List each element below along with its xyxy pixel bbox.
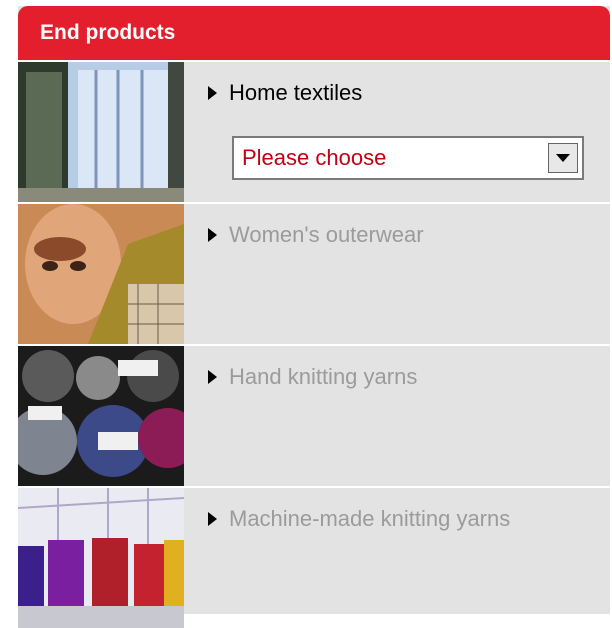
- panel-header: End products: [18, 6, 610, 60]
- panel-title: End products: [40, 21, 176, 44]
- product-row-womens-outerwear: Women's outerwear: [18, 202, 610, 344]
- womens-outerwear-thumbnail: [18, 204, 184, 344]
- machine-knitting-yarns-link[interactable]: Machine-made knitting yarns: [208, 506, 510, 532]
- home-textiles-select[interactable]: Please choose: [232, 136, 584, 180]
- end-products-panel: End products Home textiles Please choose: [18, 6, 610, 628]
- hand-knitting-yarns-thumbnail: [18, 346, 184, 486]
- home-textiles-link[interactable]: Home textiles: [208, 80, 362, 106]
- dropdown-arrow-icon[interactable]: [548, 143, 578, 173]
- bullet-arrow-icon: [208, 228, 217, 242]
- home-textiles-thumbnail: [18, 62, 184, 202]
- womens-outerwear-link[interactable]: Women's outerwear: [208, 222, 424, 248]
- product-row-home-textiles: Home textiles Please choose: [18, 60, 610, 202]
- hand-knitting-yarns-link[interactable]: Hand knitting yarns: [208, 364, 417, 390]
- product-row-machine-knitting-yarns: Machine-made knitting yarns: [18, 486, 610, 628]
- bullet-arrow-icon: [208, 86, 217, 100]
- bullet-arrow-icon: [208, 512, 217, 526]
- product-row-hand-knitting-yarns: Hand knitting yarns: [18, 344, 610, 486]
- bullet-arrow-icon: [208, 370, 217, 384]
- machine-knitting-yarns-thumbnail: [18, 488, 184, 628]
